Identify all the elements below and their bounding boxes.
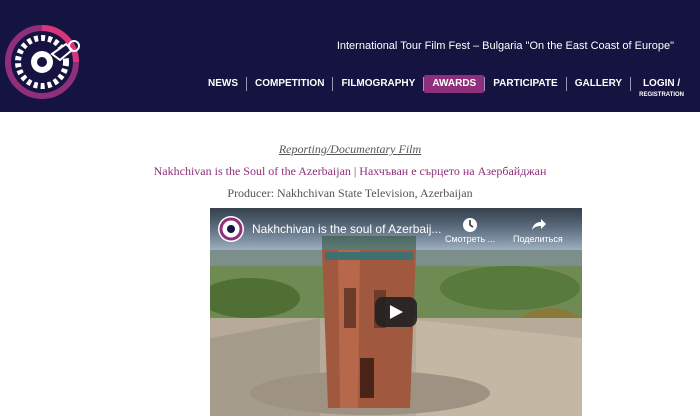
nav-awards[interactable]: AWARDS [424,75,485,93]
nav-registration-label: REGISTRATION [639,92,684,98]
site-title: International Tour Film Fest – Bulgaria … [336,40,674,52]
nav-news[interactable]: NEWS [200,75,246,93]
clock-icon [463,218,478,232]
film-producer: Producer: Nakhchivan State Television, A… [227,186,473,200]
share-icon [531,219,546,230]
share-button[interactable]: Поделиться [513,216,563,244]
nav-filmography[interactable]: FILMOGRAPHY [333,75,423,93]
festival-logo[interactable] [4,18,84,104]
main-nav: NEWS COMPETITION FILMOGRAPHY AWARDS PART… [200,75,692,101]
video-top-bar: Nakhchivan is the soul of Azerbaij... См… [210,208,582,252]
channel-avatar-icon[interactable] [218,216,244,242]
video-title[interactable]: Nakhchivan is the soul of Azerbaij... [252,222,452,236]
nav-gallery[interactable]: GALLERY [567,75,630,93]
nav-login-label: LOGIN / [642,78,681,89]
nav-participate[interactable]: PARTICIPATE [485,75,565,93]
play-button[interactable] [375,297,417,327]
share-label: Поделиться [513,234,563,244]
nav-login[interactable]: LOGIN / REGISTRATION [631,75,692,101]
video-player[interactable]: Nakhchivan is the soul of Azerbaij... См… [210,208,582,416]
watch-later-label: Смотреть ... [445,234,496,244]
play-icon [390,305,403,319]
film-title: Nakhchivan is the Soul of the Azerbaijan… [153,164,547,178]
site-header: International Tour Film Fest – Bulgaria … [0,0,700,112]
nav-competition[interactable]: COMPETITION [247,75,332,93]
film-category-link[interactable]: Reporting/Documentary Film [0,142,700,157]
watch-later-button[interactable]: Смотреть ... [445,216,495,244]
